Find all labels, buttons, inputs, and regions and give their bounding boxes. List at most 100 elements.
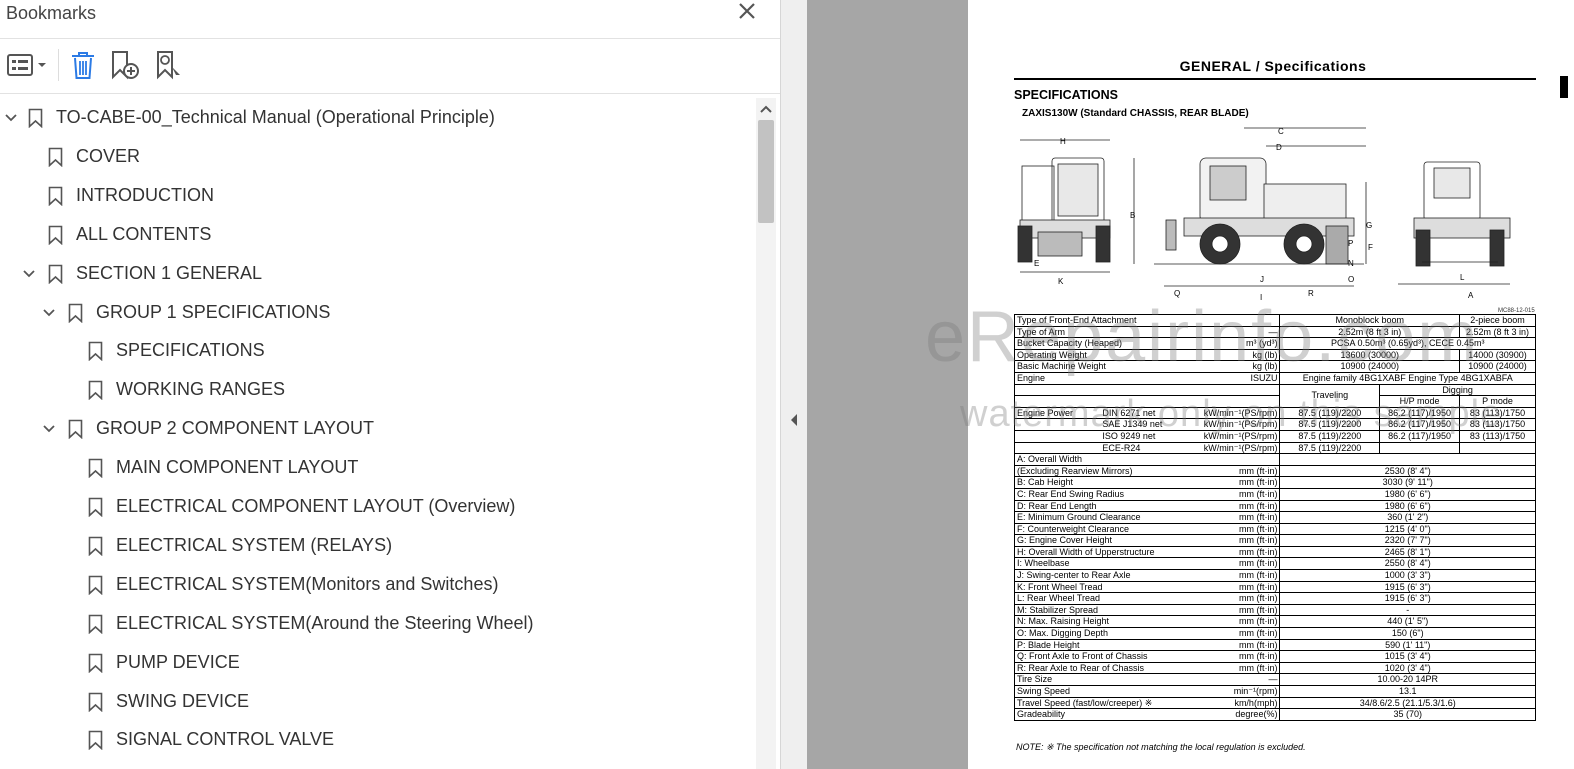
table-cell: Travel Speed (fast/low/creeper) ※ [1014, 696, 1181, 710]
table-cell: Q: Front Axle to Front of Chassis [1014, 650, 1181, 663]
bookmark-label: SECTION 1 GENERAL [76, 262, 263, 283]
table-row: Q: Front Axle to Front of Chassis mm (ft·… [1014, 650, 1536, 663]
dimension-label: K [1058, 277, 1064, 286]
bookmark-item[interactable]: ELECTRICAL COMPONENT LAYOUT (Overview) [0, 488, 750, 526]
table-row: C: Rear End Swing Radius mm (ft·in) 1980 (… [1014, 487, 1536, 501]
table-cell: 87.5 (119)/2200 [1279, 418, 1381, 431]
bookmark-tree: TO-CABE-00_Technical Manual (Operational… [0, 98, 756, 769]
table-cell: Digging [1379, 383, 1536, 397]
bookmark-icon [88, 692, 103, 712]
table-cell: 2-piece boom [1459, 314, 1536, 327]
table-cell [1180, 314, 1281, 327]
bookmark-label: ELECTRICAL SYSTEM(Around the Steering Wh… [116, 612, 534, 633]
table-row: Tire Size —10.00-20 14PR [1014, 673, 1536, 686]
table-cell: mm (ft·in) [1180, 464, 1281, 478]
table-cell: 86.2 (117)/1950 [1379, 418, 1461, 431]
panel-splitter[interactable] [781, 0, 807, 769]
bookmark-item[interactable]: ELECTRICAL SYSTEM(Monitors and Switches) [0, 566, 750, 604]
bookmark-icon [48, 186, 63, 206]
bookmark-item[interactable]: WORKING RANGES [0, 371, 750, 409]
table-cell: min⁻¹(rpm) [1180, 685, 1281, 698]
table-cell [1014, 418, 1101, 431]
table-row: (Excluding Rearview Mirrors) mm (ft·in) 25… [1014, 464, 1536, 478]
options-menu-icon[interactable] [6, 49, 50, 81]
bookmark-item[interactable]: INTRODUCTION [0, 177, 750, 215]
table-row: G: Engine Cover Height mm (ft·in) 2320 (7'… [1014, 534, 1536, 547]
table-cell: Tire Size [1014, 673, 1181, 686]
table-cell: 10900 (24000) [1279, 360, 1461, 373]
table-cell: R: Rear Axle to Rear of Chassis [1014, 661, 1181, 675]
dimension-label: G [1366, 221, 1372, 230]
table-cell: Monoblock boom [1279, 314, 1461, 327]
scroll-up-icon[interactable] [759, 102, 773, 114]
table-row: ECE-R24 kW/min⁻¹(PS/rpm) 87.5 (119)/2200 [1014, 441, 1536, 455]
bookmark-item[interactable]: ELECTRICAL SYSTEM(Around the Steering Wh… [0, 605, 750, 643]
table-cell: ISO 9249 net [1100, 429, 1181, 443]
bookmark-icon [88, 497, 103, 517]
table-cell: D: Rear End Length [1014, 499, 1181, 513]
table-cell: mm (ft·in) [1180, 615, 1281, 629]
table-cell: 590 (1' 11") [1279, 638, 1536, 652]
bookmark-icon [68, 303, 83, 323]
delete-bookmark-icon[interactable] [69, 49, 97, 81]
bookmark-item[interactable]: GROUP 1 SPECIFICATIONS [0, 294, 750, 332]
table-row: Swing Speed min⁻¹(rpm) 13.1 [1014, 685, 1536, 698]
chevron-down-icon[interactable] [22, 267, 36, 281]
table-cell: 13600 (30000) [1279, 348, 1461, 362]
table-cell: 14000 (30900) [1459, 348, 1536, 362]
table-cell: L: Rear Wheel Tread [1014, 592, 1181, 605]
table-cell: 10.00-20 14PR [1279, 673, 1536, 686]
collapse-panel-icon[interactable] [789, 412, 799, 428]
table-cell: km/h(mph) [1180, 696, 1281, 710]
bookmark-item[interactable]: SPECIFICATIONS [0, 332, 750, 370]
table-cell: degree(%) [1180, 708, 1281, 721]
table-cell: SAE J1349 net [1100, 418, 1181, 431]
bookmark-item[interactable]: GROUP 2 COMPONENT LAYOUT [0, 410, 750, 448]
bookmark-item[interactable]: SWING DEVICE [0, 683, 750, 721]
table-row: H: Overall Width of Upperstructure mm (ft… [1014, 545, 1536, 559]
table-row: Gradeability degree(%) 35 (70) [1014, 708, 1536, 721]
table-row: L: Rear Wheel Tread mm (ft·in) 1915 (6' 3"… [1014, 592, 1536, 605]
table-cell: — [1180, 325, 1281, 339]
section-heading: SPECIFICATIONS [1014, 88, 1118, 102]
table-cell: kW/min⁻¹(PS/rpm) [1180, 441, 1281, 455]
scrollbar-thumb[interactable] [758, 120, 774, 223]
find-bookmark-icon[interactable] [154, 49, 184, 81]
table-cell [1379, 441, 1461, 455]
table-cell: 83 (113)/1750 [1459, 418, 1536, 431]
bookmark-item[interactable]: ELECTRICAL SYSTEM (RELAYS) [0, 527, 750, 565]
bookmark-item[interactable]: SECTION 1 GENERAL [0, 255, 750, 293]
table-cell: kg (lb) [1180, 360, 1281, 373]
bookmark-icon [28, 108, 43, 128]
table-cell: 440 (1' 5") [1279, 615, 1536, 629]
bookmark-icon [88, 380, 103, 401]
close-icon[interactable] [736, 0, 758, 24]
table-cell: Engine Power [1014, 406, 1101, 420]
bookmark-item[interactable]: ALL CONTENTS [0, 216, 750, 254]
table-row: D: Rear End Length mm (ft·in) 1980 (6' 6") [1014, 499, 1536, 513]
bookmark-item[interactable]: MAIN COMPONENT LAYOUT [0, 449, 750, 487]
bookmarks-title: Bookmarks [6, 3, 97, 23]
page-title: GENERAL / Specifications [1179, 58, 1367, 74]
dimension-label: C [1278, 127, 1284, 136]
bookmark-item[interactable]: SIGNAL CONTROL VALVE [0, 721, 750, 759]
table-row: R: Rear Axle to Rear of Chassis mm (ft·in… [1014, 661, 1536, 675]
table-row: Bucket Capacity (Heaped) m³ (yd³) PCSA 0.5… [1014, 337, 1536, 350]
table-row: Engine ISUZU Engine family 4BG1XABF Engine… [1014, 371, 1536, 385]
bookmark-label: INTRODUCTION [76, 184, 214, 205]
bookmark-item[interactable]: PUMP DEVICE [0, 644, 750, 682]
table-cell: mm (ft·in) [1180, 592, 1281, 605]
bookmark-item[interactable]: COVER [0, 138, 750, 176]
chevron-down-icon[interactable] [4, 111, 18, 125]
bookmark-label: ELECTRICAL SYSTEM (RELAYS) [116, 534, 393, 555]
table-row: I: Wheelbase mm (ft·in) 2550 (8' 4") [1014, 557, 1536, 571]
table-cell: PCSA 0.50m³ (0.65yd³), CECE 0.45m³ [1279, 337, 1536, 350]
table-cell [1279, 453, 1536, 466]
chevron-down-icon[interactable] [42, 306, 56, 320]
table-row: H/P mode P mode [1013, 395, 1536, 408]
chevron-down-icon[interactable] [42, 422, 56, 436]
new-bookmark-icon[interactable] [109, 49, 141, 81]
dimension-label: I [1260, 293, 1262, 302]
bookmarks-scrollbar[interactable] [756, 98, 776, 769]
bookmark-item[interactable]: TO-CABE-00_Technical Manual (Operational… [0, 99, 750, 137]
